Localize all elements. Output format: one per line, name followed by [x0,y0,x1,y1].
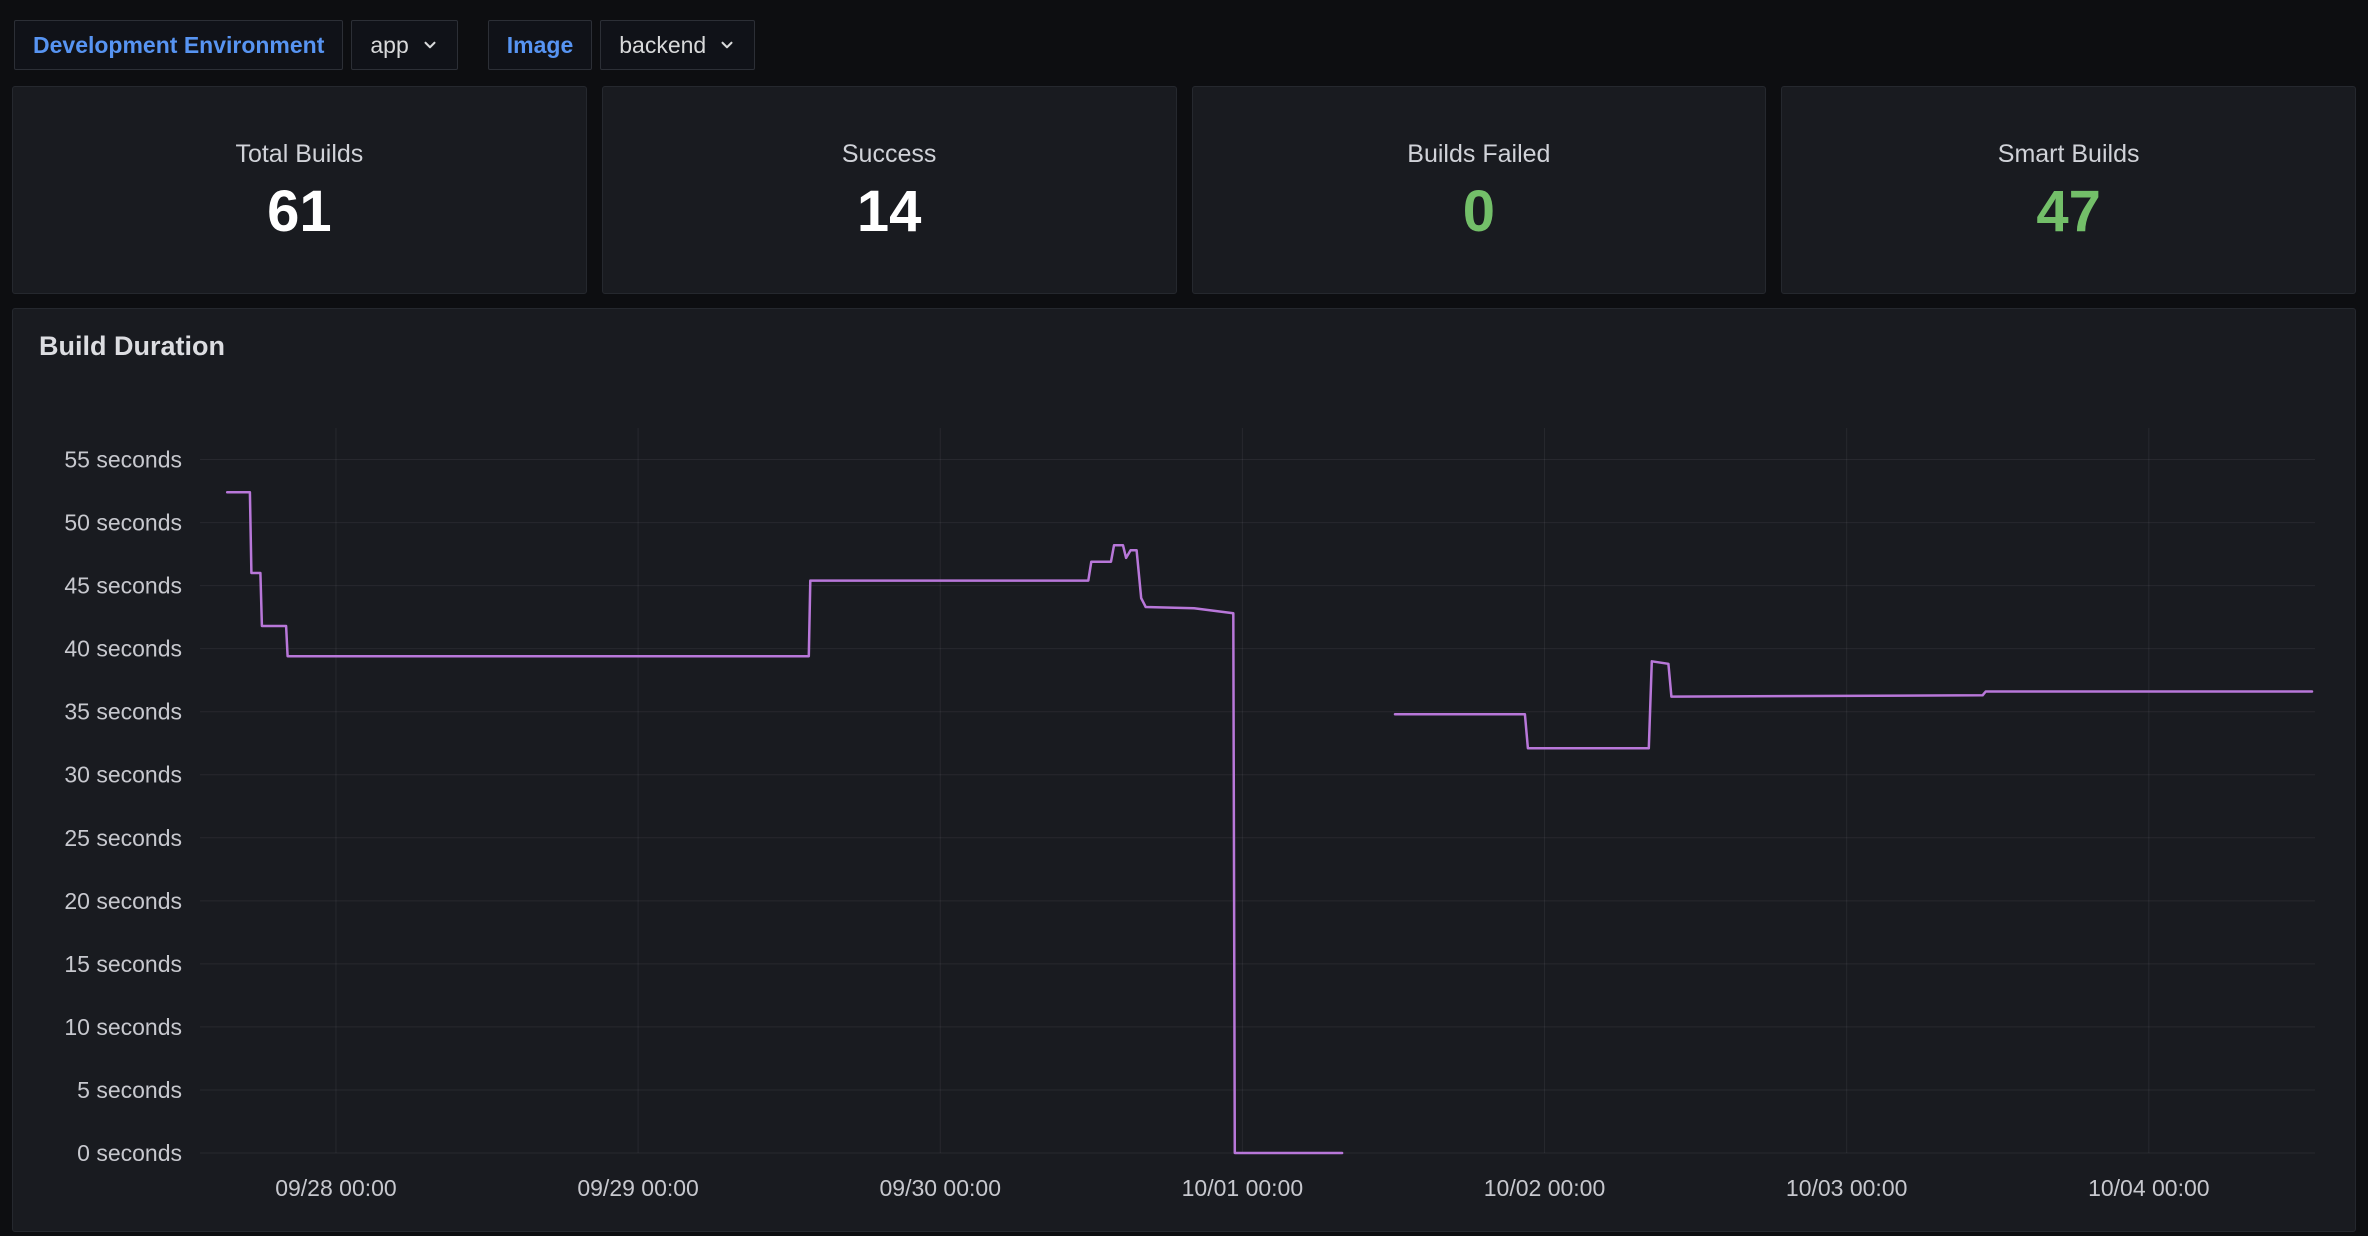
x-tick-label: 10/04 00:00 [2088,1175,2210,1201]
y-tick-label: 10 seconds [64,1014,182,1040]
duration-series-line [227,492,1342,1153]
duration-series-line [1395,661,2312,748]
stat-panel-builds-failed: Builds Failed 0 [1192,86,1767,294]
y-tick-label: 30 seconds [64,762,182,788]
stat-value: 61 [267,183,332,241]
variable-value-dropdown-app[interactable]: app [351,20,457,70]
panel-title: Build Duration [25,327,2345,362]
dashboard-variables-toolbar: Development Environment app Image backen… [0,0,2368,86]
y-tick-label: 45 seconds [64,573,182,599]
variable-label-text: Image [507,32,573,59]
x-tick-label: 10/01 00:00 [1182,1175,1304,1201]
y-tick-label: 0 seconds [77,1140,182,1166]
variable-label-text: Development Environment [33,32,324,59]
chevron-down-icon [421,36,439,54]
stat-value: 47 [2036,183,2101,241]
variable-label-image: Image [488,20,592,70]
y-tick-label: 25 seconds [64,825,182,851]
x-tick-label: 09/30 00:00 [879,1175,1001,1201]
y-tick-label: 20 seconds [64,888,182,914]
y-tick-label: 55 seconds [64,447,182,473]
stat-panel-smart-builds: Smart Builds 47 [1781,86,2356,294]
y-tick-label: 40 seconds [64,636,182,662]
y-tick-label: 35 seconds [64,699,182,725]
stat-title: Smart Builds [1998,140,2140,169]
stat-panel-success: Success 14 [602,86,1177,294]
x-tick-label: 10/02 00:00 [1484,1175,1606,1201]
y-tick-label: 5 seconds [77,1077,182,1103]
stat-title: Builds Failed [1407,140,1550,169]
build-duration-chart[interactable]: 0 seconds 5 seconds 10 seconds 15 seconds 20… [25,378,2345,1208]
stat-title: Success [842,140,936,169]
x-tick-label: 09/28 00:00 [275,1175,397,1201]
build-duration-panel: Build Duration 0 seconds 5 seconds 10 seco… [12,308,2356,1232]
y-tick-label: 50 seconds [64,510,182,536]
variable-value-text: app [370,32,408,59]
x-tick-label: 10/03 00:00 [1786,1175,1908,1201]
stat-panel-total-builds: Total Builds 61 [12,86,587,294]
variable-group-environment: Development Environment app [14,20,458,70]
variable-group-image: Image backend [488,20,755,70]
stat-value: 14 [857,183,922,241]
y-tick-label: 15 seconds [64,951,182,977]
chevron-down-icon [718,36,736,54]
variable-value-text: backend [619,32,706,59]
stat-value: 0 [1463,183,1495,241]
x-tick-label: 09/29 00:00 [577,1175,699,1201]
variable-value-dropdown-backend[interactable]: backend [600,20,755,70]
stat-title: Total Builds [235,140,363,169]
variable-label-development-environment: Development Environment [14,20,343,70]
stats-row: Total Builds 61 Success 14 Builds Failed… [12,86,2356,294]
